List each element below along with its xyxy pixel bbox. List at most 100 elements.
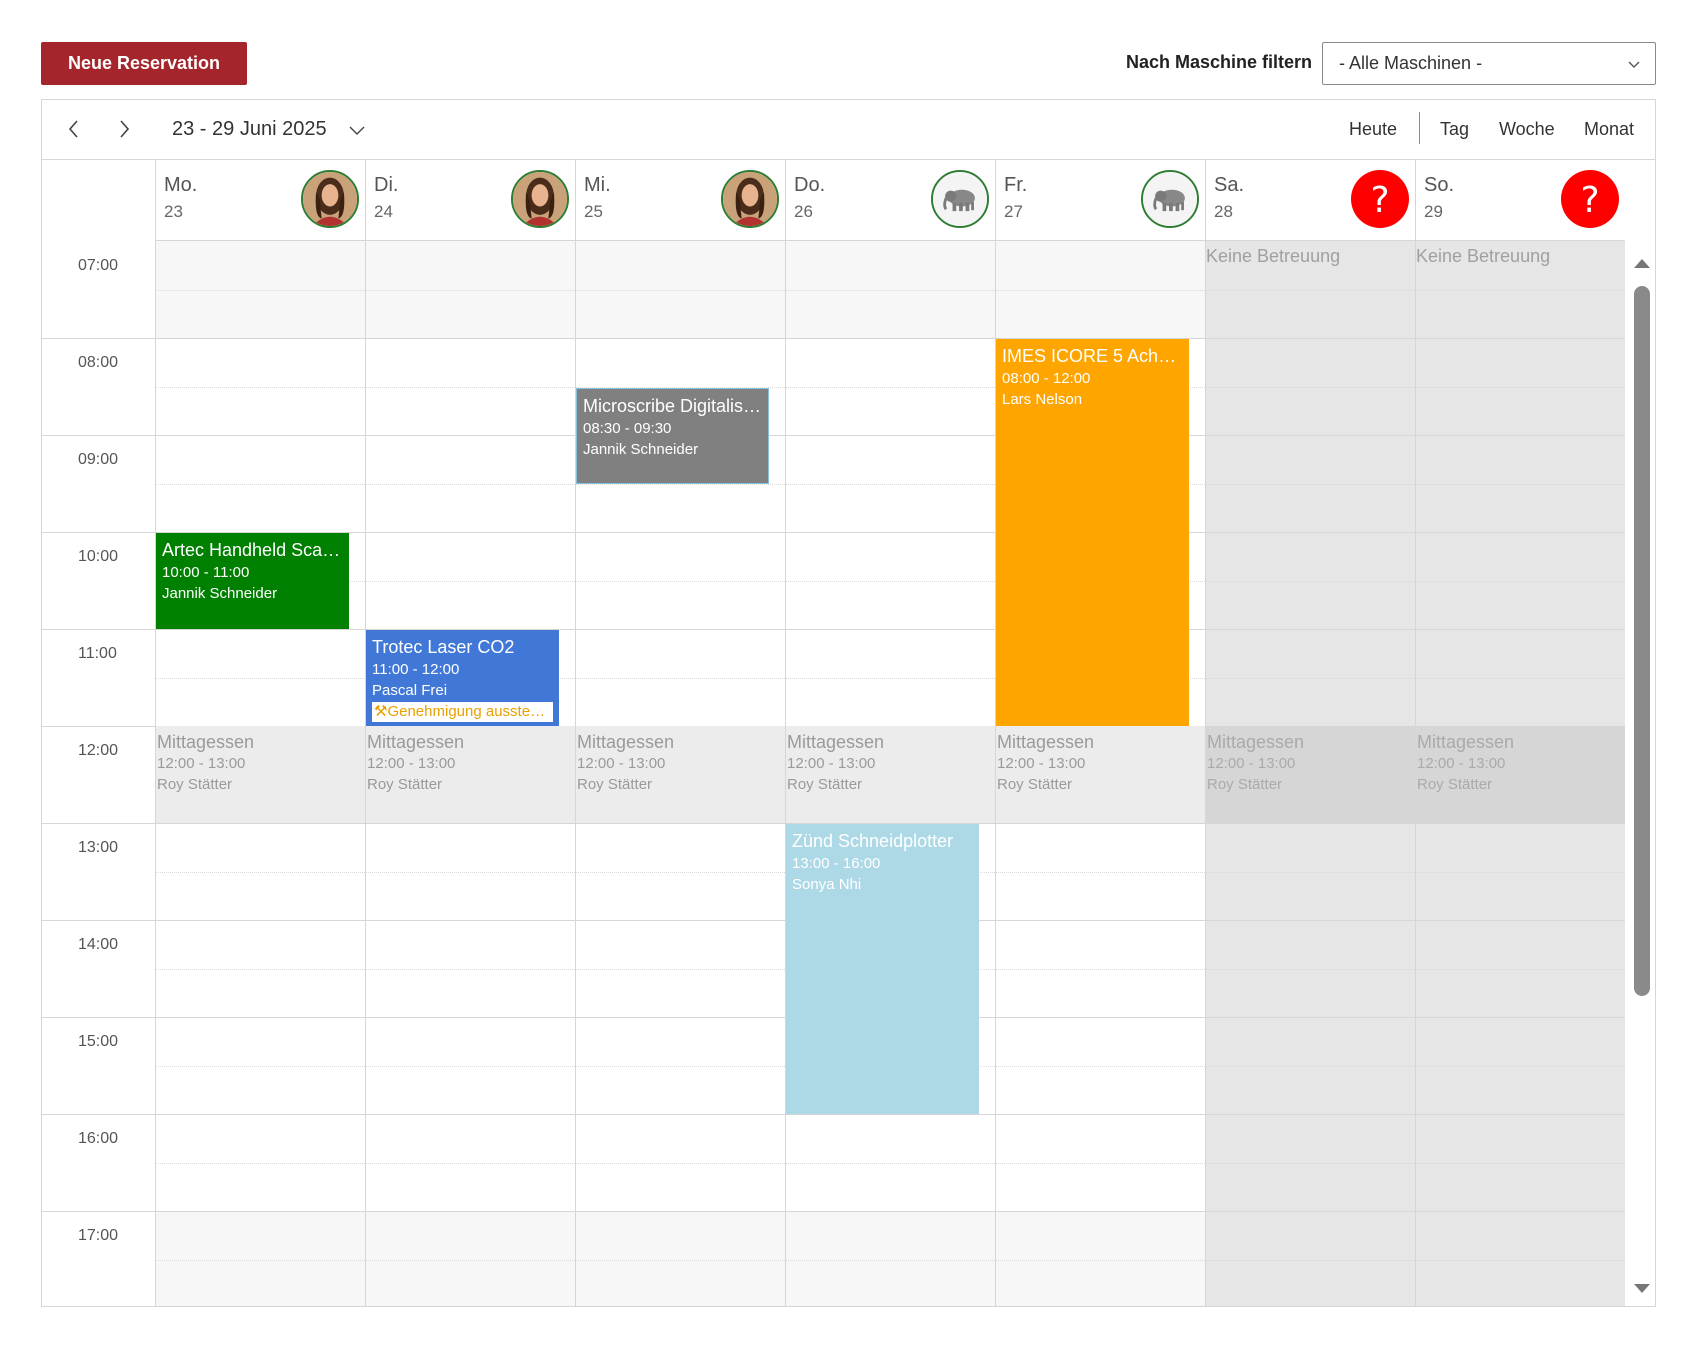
view-week-button[interactable]: Woche — [1499, 119, 1555, 140]
half-hour-line — [366, 1259, 575, 1261]
view-month-button[interactable]: Monat — [1584, 119, 1634, 140]
hour-line — [786, 435, 995, 436]
half-hour-line — [786, 1162, 995, 1164]
day-header[interactable]: Do. 26 — [785, 159, 995, 241]
half-hour-line — [1416, 968, 1625, 970]
day-header[interactable]: Sa. 28? — [1205, 159, 1415, 241]
lunch-block[interactable]: Mittagessen 12:00 - 13:00 Roy Stätter — [156, 726, 365, 823]
lunch-block[interactable]: Mittagessen 12:00 - 13:00 Roy Stätter — [366, 726, 575, 823]
half-hour-line — [786, 289, 995, 291]
reservation-event[interactable]: IMES ICORE 5 Achs Fräse 08:00 - 12:00 Lars… — [996, 339, 1189, 726]
hour-line — [1206, 1114, 1415, 1115]
machine-filter-value: - Alle Maschinen - — [1339, 53, 1483, 73]
time-label: 15:00 — [78, 1033, 119, 1050]
half-hour-line — [996, 1162, 1205, 1164]
day-column[interactable]: Mittagessen 12:00 - 13:00 Roy Stätter Keine… — [1205, 241, 1415, 1306]
reservation-event[interactable]: Zünd Schneidplotter 13:00 - 16:00 Sonya Nh… — [786, 824, 979, 1114]
event-title: Trotec Laser CO2 — [372, 637, 515, 657]
half-hour-line — [786, 386, 995, 388]
half-hour-line — [1206, 968, 1415, 970]
view-day-button[interactable]: Tag — [1440, 119, 1469, 140]
chevron-right-icon[interactable] — [112, 117, 136, 141]
scroll-down-icon[interactable] — [1633, 1283, 1651, 1295]
day-name: Sa. — [1214, 174, 1245, 196]
elephant-icon[interactable] — [1141, 170, 1199, 228]
question-icon[interactable]: ? — [1561, 170, 1619, 228]
half-hour-line — [1206, 1162, 1415, 1164]
hour-line — [1206, 629, 1415, 630]
half-hour-line — [996, 1065, 1205, 1067]
supervisor-avatar[interactable] — [721, 170, 779, 228]
half-hour-line — [156, 483, 365, 485]
hour-line — [786, 629, 995, 630]
chevron-left-icon[interactable] — [62, 117, 86, 141]
elephant-icon[interactable] — [931, 170, 989, 228]
lunch-person: Roy Stätter — [157, 776, 233, 793]
view-today-button[interactable]: Heute — [1349, 119, 1397, 140]
new-reservation-button[interactable]: Neue Reservation — [41, 42, 247, 85]
vertical-scrollbar[interactable] — [1627, 241, 1655, 1306]
day-column[interactable]: Mittagessen 12:00 - 13:00 Roy Stätter Keine… — [1415, 241, 1625, 1306]
hour-line — [996, 920, 1205, 921]
half-hour-line — [1416, 1259, 1625, 1261]
approval-pending-text: Genehmigung ausstehend — [387, 703, 553, 720]
machine-filter-select[interactable]: - Alle Maschinen - — [1322, 42, 1656, 85]
event-person: Jannik Schneider — [583, 440, 699, 458]
time-label: 10:00 — [78, 548, 119, 565]
day-number: 25 — [584, 202, 603, 221]
lunch-block[interactable]: Mittagessen 12:00 - 13:00 Roy Stätter — [1206, 726, 1415, 823]
half-hour-line — [576, 968, 785, 970]
half-hour-line — [156, 677, 365, 679]
lunch-block[interactable]: Mittagessen 12:00 - 13:00 Roy Stätter — [576, 726, 785, 823]
hour-line — [786, 532, 995, 533]
lunch-block[interactable]: Mittagessen 12:00 - 13:00 Roy Stätter — [1416, 726, 1625, 823]
lunch-time: 12:00 - 13:00 — [1207, 755, 1296, 772]
half-hour-line — [156, 871, 365, 873]
hour-line — [576, 1211, 785, 1212]
supervisor-avatar[interactable] — [511, 170, 569, 228]
hour-line — [366, 1114, 575, 1115]
day-column[interactable]: Mittagessen 12:00 - 13:00 Roy Stätter — [785, 241, 995, 1306]
hour-line — [366, 920, 575, 921]
hour-line — [576, 920, 785, 921]
question-icon[interactable]: ? — [1351, 170, 1409, 228]
scroll-up-icon[interactable] — [1633, 257, 1651, 269]
hour-line — [156, 823, 365, 824]
day-name: Mo. — [164, 174, 198, 196]
half-hour-line — [996, 871, 1205, 873]
lunch-title: Mittagessen — [787, 732, 885, 752]
view-separator — [1419, 112, 1420, 144]
event-time: 11:00 - 12:00 — [372, 661, 460, 678]
hour-line — [156, 1114, 365, 1115]
day-header[interactable]: Mo. 23 — [155, 159, 365, 241]
reservation-event[interactable]: Microscribe Digitalisierarm 08:30 - 09:30… — [576, 387, 769, 484]
scrollbar-thumb[interactable] — [1634, 286, 1650, 996]
supervisor-avatar[interactable] — [301, 170, 359, 228]
reservation-event[interactable]: Trotec Laser CO2 11:00 - 12:00 Pascal Frei… — [366, 630, 559, 726]
time-label: 07:00 — [78, 257, 119, 274]
hour-line — [996, 1114, 1205, 1115]
hour-line — [786, 1114, 995, 1115]
lunch-title: Mittagessen — [997, 732, 1095, 752]
hour-line — [1206, 435, 1415, 436]
event-time: 10:00 - 11:00 — [162, 564, 250, 581]
lunch-block[interactable]: Mittagessen 12:00 - 13:00 Roy Stätter — [786, 726, 995, 823]
day-column[interactable]: Mittagessen 12:00 - 13:00 Roy Stätter — [365, 241, 575, 1306]
hour-line — [1416, 435, 1625, 436]
half-hour-line — [156, 968, 365, 970]
date-range-label[interactable]: 23 - 29 Juni 2025 — [172, 118, 327, 141]
day-column[interactable]: Mittagessen 12:00 - 13:00 Roy Stätter — [155, 241, 365, 1306]
day-header[interactable]: Fr. 27 — [995, 159, 1205, 241]
hour-line — [786, 338, 995, 339]
day-header[interactable]: Mi. 25 — [575, 159, 785, 241]
lunch-title: Mittagessen — [1207, 732, 1305, 752]
lunch-block[interactable]: Mittagessen 12:00 - 13:00 Roy Stätter — [996, 726, 1205, 823]
day-header[interactable]: So. 29? — [1415, 159, 1625, 241]
half-hour-line — [1416, 871, 1625, 873]
half-hour-line — [1206, 1065, 1415, 1067]
reservation-event[interactable]: Artec Handheld Scanner 10:00 - 11:00 Janni… — [156, 533, 349, 629]
event-title: IMES ICORE 5 Achs Fräse — [1002, 346, 1183, 366]
half-hour-line — [576, 483, 785, 485]
day-header[interactable]: Di. 24 — [365, 159, 575, 241]
chevron-down-icon[interactable] — [348, 123, 366, 137]
